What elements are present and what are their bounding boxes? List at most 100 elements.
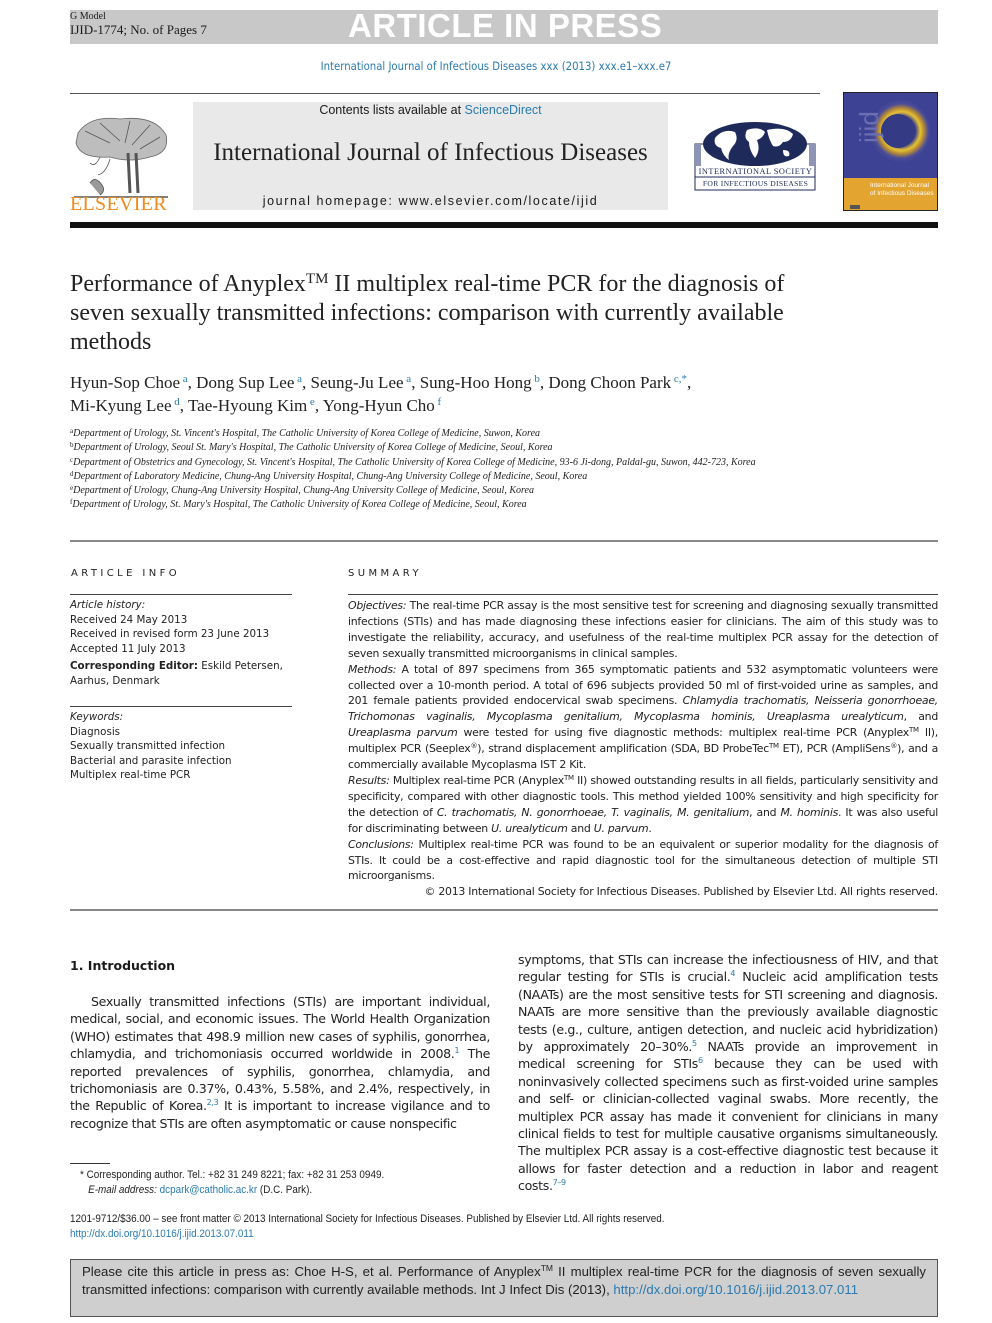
- affiliation-marker[interactable]: a: [180, 373, 188, 385]
- affiliation-text: Department of Obstetrics and Gynecology,…: [73, 456, 756, 468]
- corresponding-author-footnote: * Corresponding author. Tel.: +82 31 249…: [80, 1168, 458, 1198]
- email-suffix: (D.C. Park).: [257, 1184, 313, 1196]
- citation-box: Please cite this article in press as: Ch…: [70, 1259, 938, 1317]
- author-name[interactable]: Mi-Kyung Lee: [70, 396, 172, 415]
- results-text: .: [648, 821, 652, 835]
- cover-title-line1: International Journal: [870, 182, 929, 189]
- intro-left-column: Sexually transmitted infections (STIs) a…: [70, 993, 490, 1132]
- article-info-rule: [70, 594, 292, 595]
- citation-doi-link[interactable]: http://dx.doi.org/10.1016/j.ijid.2013.07…: [613, 1282, 858, 1297]
- methods-text: , and: [903, 710, 939, 724]
- society-name-line2: for Infectious Diseases: [702, 179, 809, 188]
- affiliation-item: eDepartment of Urology, Chung-Ang Univer…: [70, 484, 830, 498]
- summary-conclusions: Conclusions: Multiplex real-time PCR was…: [348, 837, 938, 885]
- manuscript-id: IJID-1774; No. of Pages 7: [70, 22, 207, 37]
- results-text: , and: [749, 805, 781, 819]
- species-name: Ureaplasma parvum: [348, 726, 458, 740]
- email-label: E-mail address:: [88, 1184, 157, 1196]
- accepted-date: Accepted 11 July 2013: [70, 642, 186, 655]
- homepage-link[interactable]: www.elsevier.com/locate/ijid: [399, 194, 599, 208]
- author-list: Hyun-Sop Choe a, Dong Sup Lee a, Seung-J…: [70, 371, 870, 417]
- author-name[interactable]: Hyun-Sop Choe: [70, 373, 180, 392]
- species-name: U. urealyticum: [491, 821, 568, 835]
- keyword-item: Sexually transmitted infection: [70, 740, 226, 753]
- keyword-item: Multiplex real-time PCR: [70, 769, 191, 782]
- svg-text:ijid: ijid: [854, 111, 884, 143]
- isid-society-logo[interactable]: International Society for Infectious Dis…: [693, 120, 818, 192]
- trademark-symbol: TM: [769, 742, 779, 751]
- masthead-thick-rule: [70, 222, 938, 228]
- article-title: Performance of AnyplexTM II multiplex re…: [70, 270, 840, 357]
- summary-copyright: © 2013 International Society for Infecti…: [424, 885, 939, 899]
- affiliation-text: Department of Urology, St. Mary's Hospit…: [72, 499, 527, 511]
- author-separator: ,: [687, 373, 692, 392]
- reference-link[interactable]: 7–9: [553, 1178, 566, 1187]
- affiliation-marker[interactable]: e: [307, 396, 315, 408]
- journal-homepage: journal homepage: www.elsevier.com/locat…: [193, 194, 668, 208]
- affiliation-marker[interactable]: d: [172, 396, 180, 408]
- affiliation-item: aDepartment of Urology, St. Vincent's Ho…: [70, 427, 830, 441]
- doi-link[interactable]: http://dx.doi.org/10.1016/j.ijid.2013.07…: [70, 1227, 853, 1242]
- methods-text: ), strand displacement amplification (SD…: [477, 742, 769, 756]
- elsevier-wordmark[interactable]: ELSEVIER: [70, 193, 174, 216]
- homepage-prefix: journal homepage:: [262, 194, 399, 208]
- author-name[interactable]: Yong-Hyun Cho: [323, 396, 435, 415]
- author-name[interactable]: Dong Sup Lee: [196, 373, 294, 392]
- objectives-text: The real-time PCR assay is the most sens…: [348, 599, 938, 660]
- society-name-line1: International Society: [698, 167, 813, 176]
- species-list: C. trachomatis, N. gonorrhoeae, T. vagin…: [436, 805, 750, 819]
- summary-abstract: Objectives: The real-time PCR assay is t…: [348, 598, 938, 900]
- methods-text: ET), PCR (AmpliSens: [778, 742, 891, 756]
- conclusions-text: Multiplex real-time PCR was found to be …: [348, 837, 938, 883]
- g-model-label: G Model: [70, 11, 106, 22]
- author-separator: ,: [314, 396, 323, 415]
- author-separator: ,: [302, 373, 311, 392]
- affiliation-list: aDepartment of Urology, St. Vincent's Ho…: [70, 427, 830, 513]
- results-label: Results:: [348, 773, 390, 787]
- intro-text: Sexually transmitted infections (STIs) a…: [70, 994, 490, 1062]
- keyword-item: Diagnosis: [70, 725, 121, 738]
- masthead-rule: [70, 93, 820, 94]
- reference-link[interactable]: 2,3: [207, 1098, 219, 1107]
- article-info-heading: ARTICLE INFO: [71, 568, 181, 579]
- summary-results: Results: Multiplex real-time PCR (Anyple…: [348, 773, 938, 837]
- author-name[interactable]: Seung-Ju Lee: [311, 373, 404, 392]
- species-name: M. hominis: [780, 805, 839, 819]
- front-matter: 1201-9712/$36.00 – see front matter © 20…: [70, 1212, 853, 1242]
- affiliation-rule: [70, 540, 938, 542]
- journal-citation-link[interactable]: International Journal of Infectious Dise…: [60, 59, 933, 73]
- affiliation-text: Department of Laboratory Medicine, Chung…: [73, 470, 588, 482]
- intro-text: because they can be used with noninvasiv…: [518, 1056, 938, 1194]
- article-in-press-label: ARTICLE IN PRESS: [348, 7, 663, 44]
- affiliation-marker[interactable]: b: [532, 373, 540, 385]
- sciencedirect-link[interactable]: ScienceDirect: [465, 103, 542, 117]
- journal-cover-thumbnail[interactable]: ijid International Journal of Infectious…: [843, 92, 938, 211]
- affiliation-item: dDepartment of Laboratory Medicine, Chun…: [70, 470, 830, 484]
- methods-label: Methods:: [348, 662, 397, 676]
- affiliation-marker[interactable]: a: [294, 373, 302, 385]
- results-text: Multiplex real-time PCR (Anyplex: [389, 773, 564, 787]
- received-date: Received 24 May 2013: [70, 613, 188, 626]
- revised-date: Received in revised form 23 June 2013: [70, 628, 270, 641]
- affiliation-marker[interactable]: f: [435, 396, 442, 408]
- conclusions-label: Conclusions:: [348, 837, 414, 851]
- author-name[interactable]: Sung-Hoo Hong: [420, 373, 532, 392]
- objectives-label: Objectives:: [348, 599, 407, 612]
- cover-title: International Journal of Infectious Dise…: [870, 182, 934, 197]
- affiliation-marker[interactable]: c,*: [671, 373, 687, 385]
- footnote-rule: [70, 1163, 110, 1164]
- trademark-symbol: TM: [305, 271, 329, 287]
- email-line: E-mail address: dcpark@catholic.ac.kr (D…: [80, 1183, 458, 1198]
- affiliation-text: Department of Urology, St. Vincent's Hos…: [73, 428, 541, 439]
- keywords-label: Keywords:: [70, 711, 124, 723]
- trademark-symbol: TM: [540, 1263, 554, 1273]
- article-history: Article history: Received 24 May 2013 Re…: [70, 598, 300, 689]
- email-link[interactable]: dcpark@catholic.ac.kr: [160, 1184, 258, 1196]
- author-name[interactable]: Dong Choon Park: [548, 373, 671, 392]
- section-heading-introduction: 1. Introduction: [70, 958, 176, 973]
- affiliation-text: Department of Urology, Chung-Ang Univers…: [73, 485, 534, 497]
- contents-line: Contents lists available at ScienceDirec…: [193, 103, 668, 117]
- cover-title-line2: of Infectious Diseases: [870, 189, 934, 197]
- keyword-item: Bacterial and parasite infection: [70, 754, 232, 767]
- author-name[interactable]: Tae-Hyoung Kim: [188, 396, 307, 415]
